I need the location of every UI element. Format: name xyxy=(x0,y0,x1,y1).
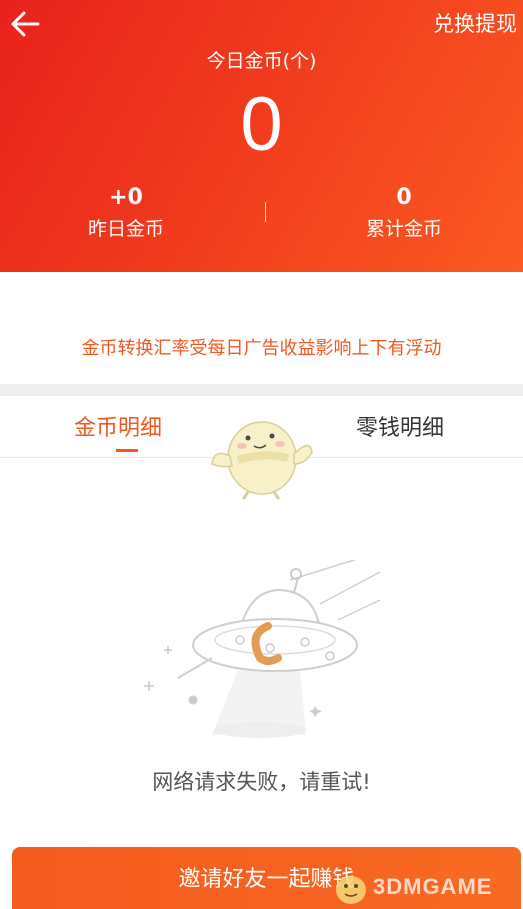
coin-header: 兑换提现 今日金币(个) 0 +0 昨日金币 0 累计金币 xyxy=(0,0,523,272)
ufo-illustration xyxy=(144,560,381,738)
tab-coin-details[interactable]: 金币明细 xyxy=(74,410,162,442)
back-arrow-icon[interactable] xyxy=(8,6,44,42)
watermark-text: 3DMGAME xyxy=(373,874,493,899)
yesterday-coins-label: 昨日金币 xyxy=(87,218,164,240)
active-tab-indicator xyxy=(116,449,138,452)
exchange-rate-notice: 金币转换汇率受每日广告收益影响上下有浮动 xyxy=(81,338,442,359)
today-coins-value: 0 xyxy=(240,82,283,167)
watermark-mascot-icon xyxy=(336,876,366,904)
yesterday-coins: +0 昨日金币 xyxy=(26,184,226,242)
total-coins-label: 累计金币 xyxy=(365,218,442,240)
today-coins-label: 今日金币(个) xyxy=(206,50,317,72)
stat-divider xyxy=(265,202,266,222)
tab-change-details[interactable]: 零钱明细 xyxy=(356,410,444,442)
mascot-icon xyxy=(211,421,313,500)
network-error-message: 网络请求失败，请重试! xyxy=(152,770,371,794)
watermark-logo: 3DMGAME xyxy=(323,870,513,906)
exchange-withdraw-link[interactable]: 兑换提现 xyxy=(433,8,517,38)
total-coins-value: 0 xyxy=(396,185,412,210)
total-coins: 0 累计金币 xyxy=(304,184,504,242)
section-gap xyxy=(0,384,523,396)
yesterday-coins-value: +0 xyxy=(109,185,143,210)
